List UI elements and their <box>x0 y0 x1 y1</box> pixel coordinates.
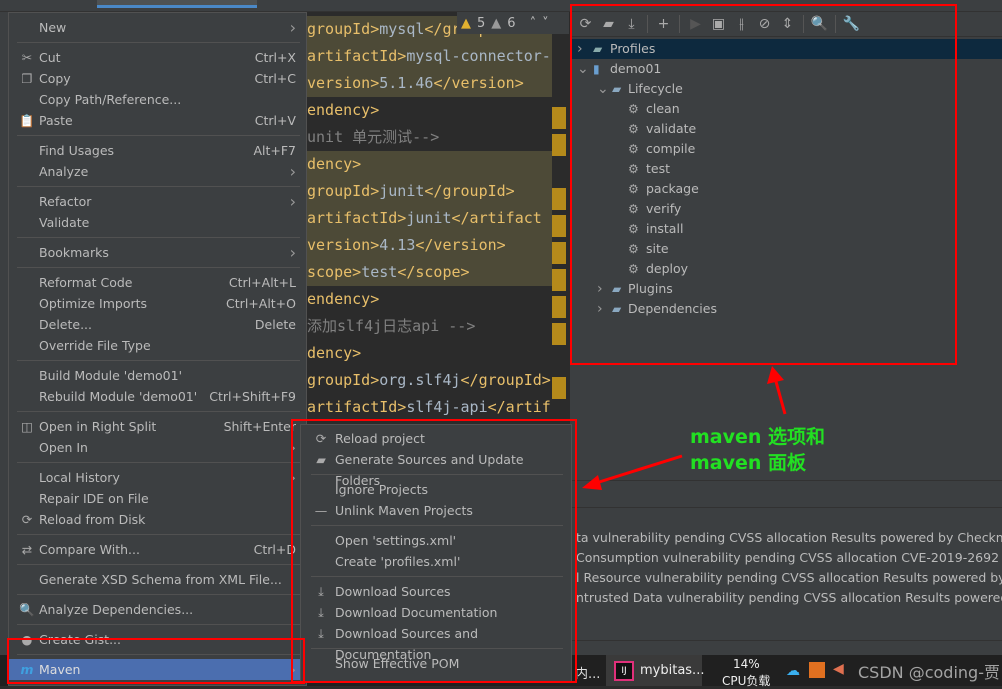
annotation-line-1: maven 选项和 <box>690 426 826 448</box>
annotation-label: maven 选项和 maven 面板 <box>690 424 825 476</box>
annotation-arrows <box>582 366 787 490</box>
arrowhead-panel <box>767 366 784 384</box>
arrow-to-submenu <box>595 454 683 485</box>
arrow-to-panel <box>773 377 787 415</box>
arrowhead-submenu <box>582 475 602 490</box>
annotation-line-2: maven 面板 <box>690 452 807 474</box>
